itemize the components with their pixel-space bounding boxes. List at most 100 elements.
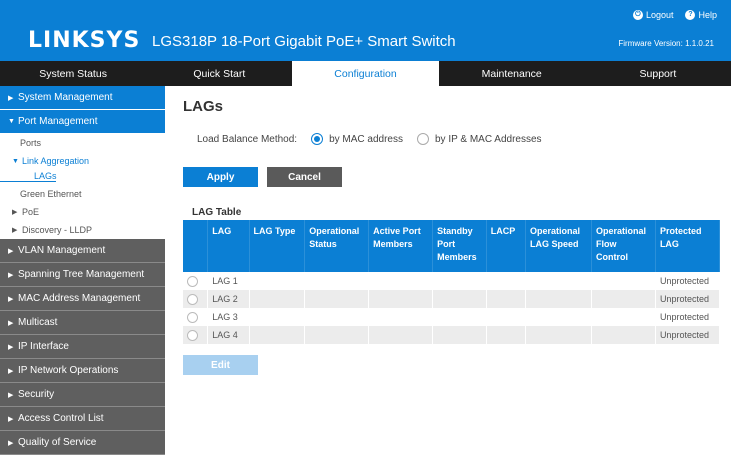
row-select-cell	[183, 326, 209, 344]
top-links: ⏻ Logout ? Help	[632, 10, 717, 20]
edit-button[interactable]: Edit	[183, 355, 258, 375]
nav-configuration[interactable]: Configuration	[292, 61, 439, 86]
sidebar-item-access-control-list[interactable]: ▶ Access Control List	[0, 407, 165, 431]
table-header-row: LAG LAG Type Operational Status Active P…	[183, 220, 721, 272]
cell	[368, 272, 434, 290]
table-row[interactable]: LAG 3 Unprotected	[183, 308, 721, 326]
triangle-right-icon: ▶	[8, 367, 14, 375]
sidebar-item-label: IP Network Operations	[18, 365, 119, 376]
cancel-button[interactable]: Cancel	[267, 167, 342, 187]
row-radio[interactable]	[187, 329, 198, 341]
radio-by-mac[interactable]	[311, 133, 324, 145]
sidebar-item-discovery[interactable]: ▶ Discovery - LLDP	[0, 221, 165, 239]
sidebar-item-label: Port Management	[18, 116, 98, 127]
cell	[525, 308, 592, 326]
sidebar-item-spanning-tree[interactable]: ▶ Spanning Tree Management	[0, 263, 165, 287]
triangle-right-icon: ▶	[8, 271, 14, 279]
table-row[interactable]: LAG 2 Unprotected	[183, 290, 721, 308]
sidebar-item-poe[interactable]: ▶ PoE	[0, 203, 165, 221]
lag-cell: LAG 1	[207, 272, 250, 290]
lag-table: LAG LAG Type Operational Status Active P…	[183, 220, 721, 344]
sidebar-item-label: IP Interface	[18, 341, 69, 352]
help-icon: ?	[685, 10, 696, 20]
cell	[432, 308, 487, 326]
protected-cell: Unprotected	[655, 290, 721, 308]
nav-support[interactable]: Support	[585, 61, 731, 86]
nav-system-status[interactable]: System Status	[0, 61, 146, 86]
row-select-cell	[183, 290, 209, 308]
row-radio[interactable]	[187, 293, 198, 305]
linksys-logo: LINKSYS	[28, 28, 141, 53]
cell	[368, 290, 434, 308]
triangle-right-icon: ▶	[8, 94, 14, 102]
row-radio[interactable]	[187, 275, 198, 287]
logout-link[interactable]: ⏻ Logout	[632, 10, 673, 20]
sidebar-item-port-management[interactable]: ▼ Port Management	[0, 110, 165, 134]
sidebar-item-label: Discovery - LLDP	[22, 225, 93, 235]
table-row[interactable]: LAG 4 Unprotected	[183, 326, 721, 344]
radio-by-ip-mac[interactable]	[417, 133, 429, 145]
triangle-right-icon: ▶	[8, 247, 14, 255]
cell	[368, 308, 434, 326]
protected-cell: Unprotected	[655, 272, 721, 290]
cell	[249, 290, 306, 308]
main-nav: System Status Quick Start Configuration …	[0, 61, 731, 86]
row-select-cell	[183, 272, 209, 290]
column-header-select	[183, 220, 209, 272]
cell	[368, 326, 434, 344]
nav-quick-start[interactable]: Quick Start	[146, 61, 292, 86]
sidebar-item-label: Link Aggregation	[22, 156, 90, 166]
sidebar-item-quality-of-service[interactable]: ▶ Quality of Service	[0, 431, 165, 455]
cell	[486, 326, 526, 344]
cell	[304, 326, 370, 344]
sidebar: ▶ System Management ▼ Port Management Po…	[0, 86, 165, 464]
sidebar-item-security[interactable]: ▶ Security	[0, 383, 165, 407]
column-header: LACP	[486, 220, 526, 272]
sidebar-item-mac-address[interactable]: ▶ MAC Address Management	[0, 287, 165, 311]
sidebar-item-ip-interface[interactable]: ▶ IP Interface	[0, 335, 165, 359]
sidebar-item-multicast[interactable]: ▶ Multicast	[0, 311, 165, 335]
cell	[525, 326, 592, 344]
sidebar-item-vlan-management[interactable]: ▶ VLAN Management	[0, 239, 165, 263]
column-header: LAG Type	[249, 220, 306, 272]
cell	[432, 272, 487, 290]
sidebar-item-label: System Management	[18, 92, 113, 103]
table-row[interactable]: LAG 1 Unprotected	[183, 272, 721, 290]
load-balance-label: Load Balance Method:	[197, 133, 298, 145]
protected-cell: Unprotected	[655, 308, 721, 326]
triangle-right-icon: ▶	[8, 391, 14, 399]
column-header: Protected LAG	[655, 220, 721, 272]
cell	[525, 272, 592, 290]
triangle-right-icon: ▶	[8, 439, 14, 447]
triangle-right-icon: ▶	[8, 415, 14, 423]
sidebar-item-lags[interactable]: LAGs	[0, 170, 57, 182]
help-label: Help	[698, 10, 717, 20]
row-radio[interactable]	[187, 311, 198, 323]
apply-button[interactable]: Apply	[183, 167, 258, 187]
sidebar-item-green-ethernet[interactable]: Green Ethernet	[0, 185, 165, 203]
sidebar-item-label: PoE	[22, 207, 40, 217]
column-header: LAG	[207, 220, 250, 272]
cell	[249, 272, 306, 290]
sidebar-item-label: Spanning Tree Management	[18, 269, 145, 280]
cell	[249, 326, 306, 344]
column-header: Operational LAG Speed	[525, 220, 592, 272]
sidebar-item-ports[interactable]: Ports	[0, 134, 165, 152]
row-select-cell	[183, 308, 209, 326]
lag-cell: LAG 3	[207, 308, 250, 326]
sidebar-item-ip-network-operations[interactable]: ▶ IP Network Operations	[0, 359, 165, 383]
sidebar-item-system-management[interactable]: ▶ System Management	[0, 86, 165, 110]
column-header: Operational Status	[304, 220, 370, 272]
sidebar-item-label: VLAN Management	[18, 245, 106, 256]
help-link[interactable]: ? Help	[685, 10, 717, 20]
sidebar-item-label: Quality of Service	[18, 437, 97, 448]
sidebar-item-label: MAC Address Management	[18, 293, 141, 304]
cell	[591, 272, 656, 290]
lag-cell: LAG 2	[207, 290, 250, 308]
nav-maintenance[interactable]: Maintenance	[439, 61, 585, 86]
sidebar-item-link-aggregation[interactable]: ▼ Link Aggregation	[0, 152, 165, 170]
cell	[486, 308, 526, 326]
cell	[525, 290, 592, 308]
cell	[304, 290, 370, 308]
sidebar-item-label: Access Control List	[18, 413, 104, 424]
